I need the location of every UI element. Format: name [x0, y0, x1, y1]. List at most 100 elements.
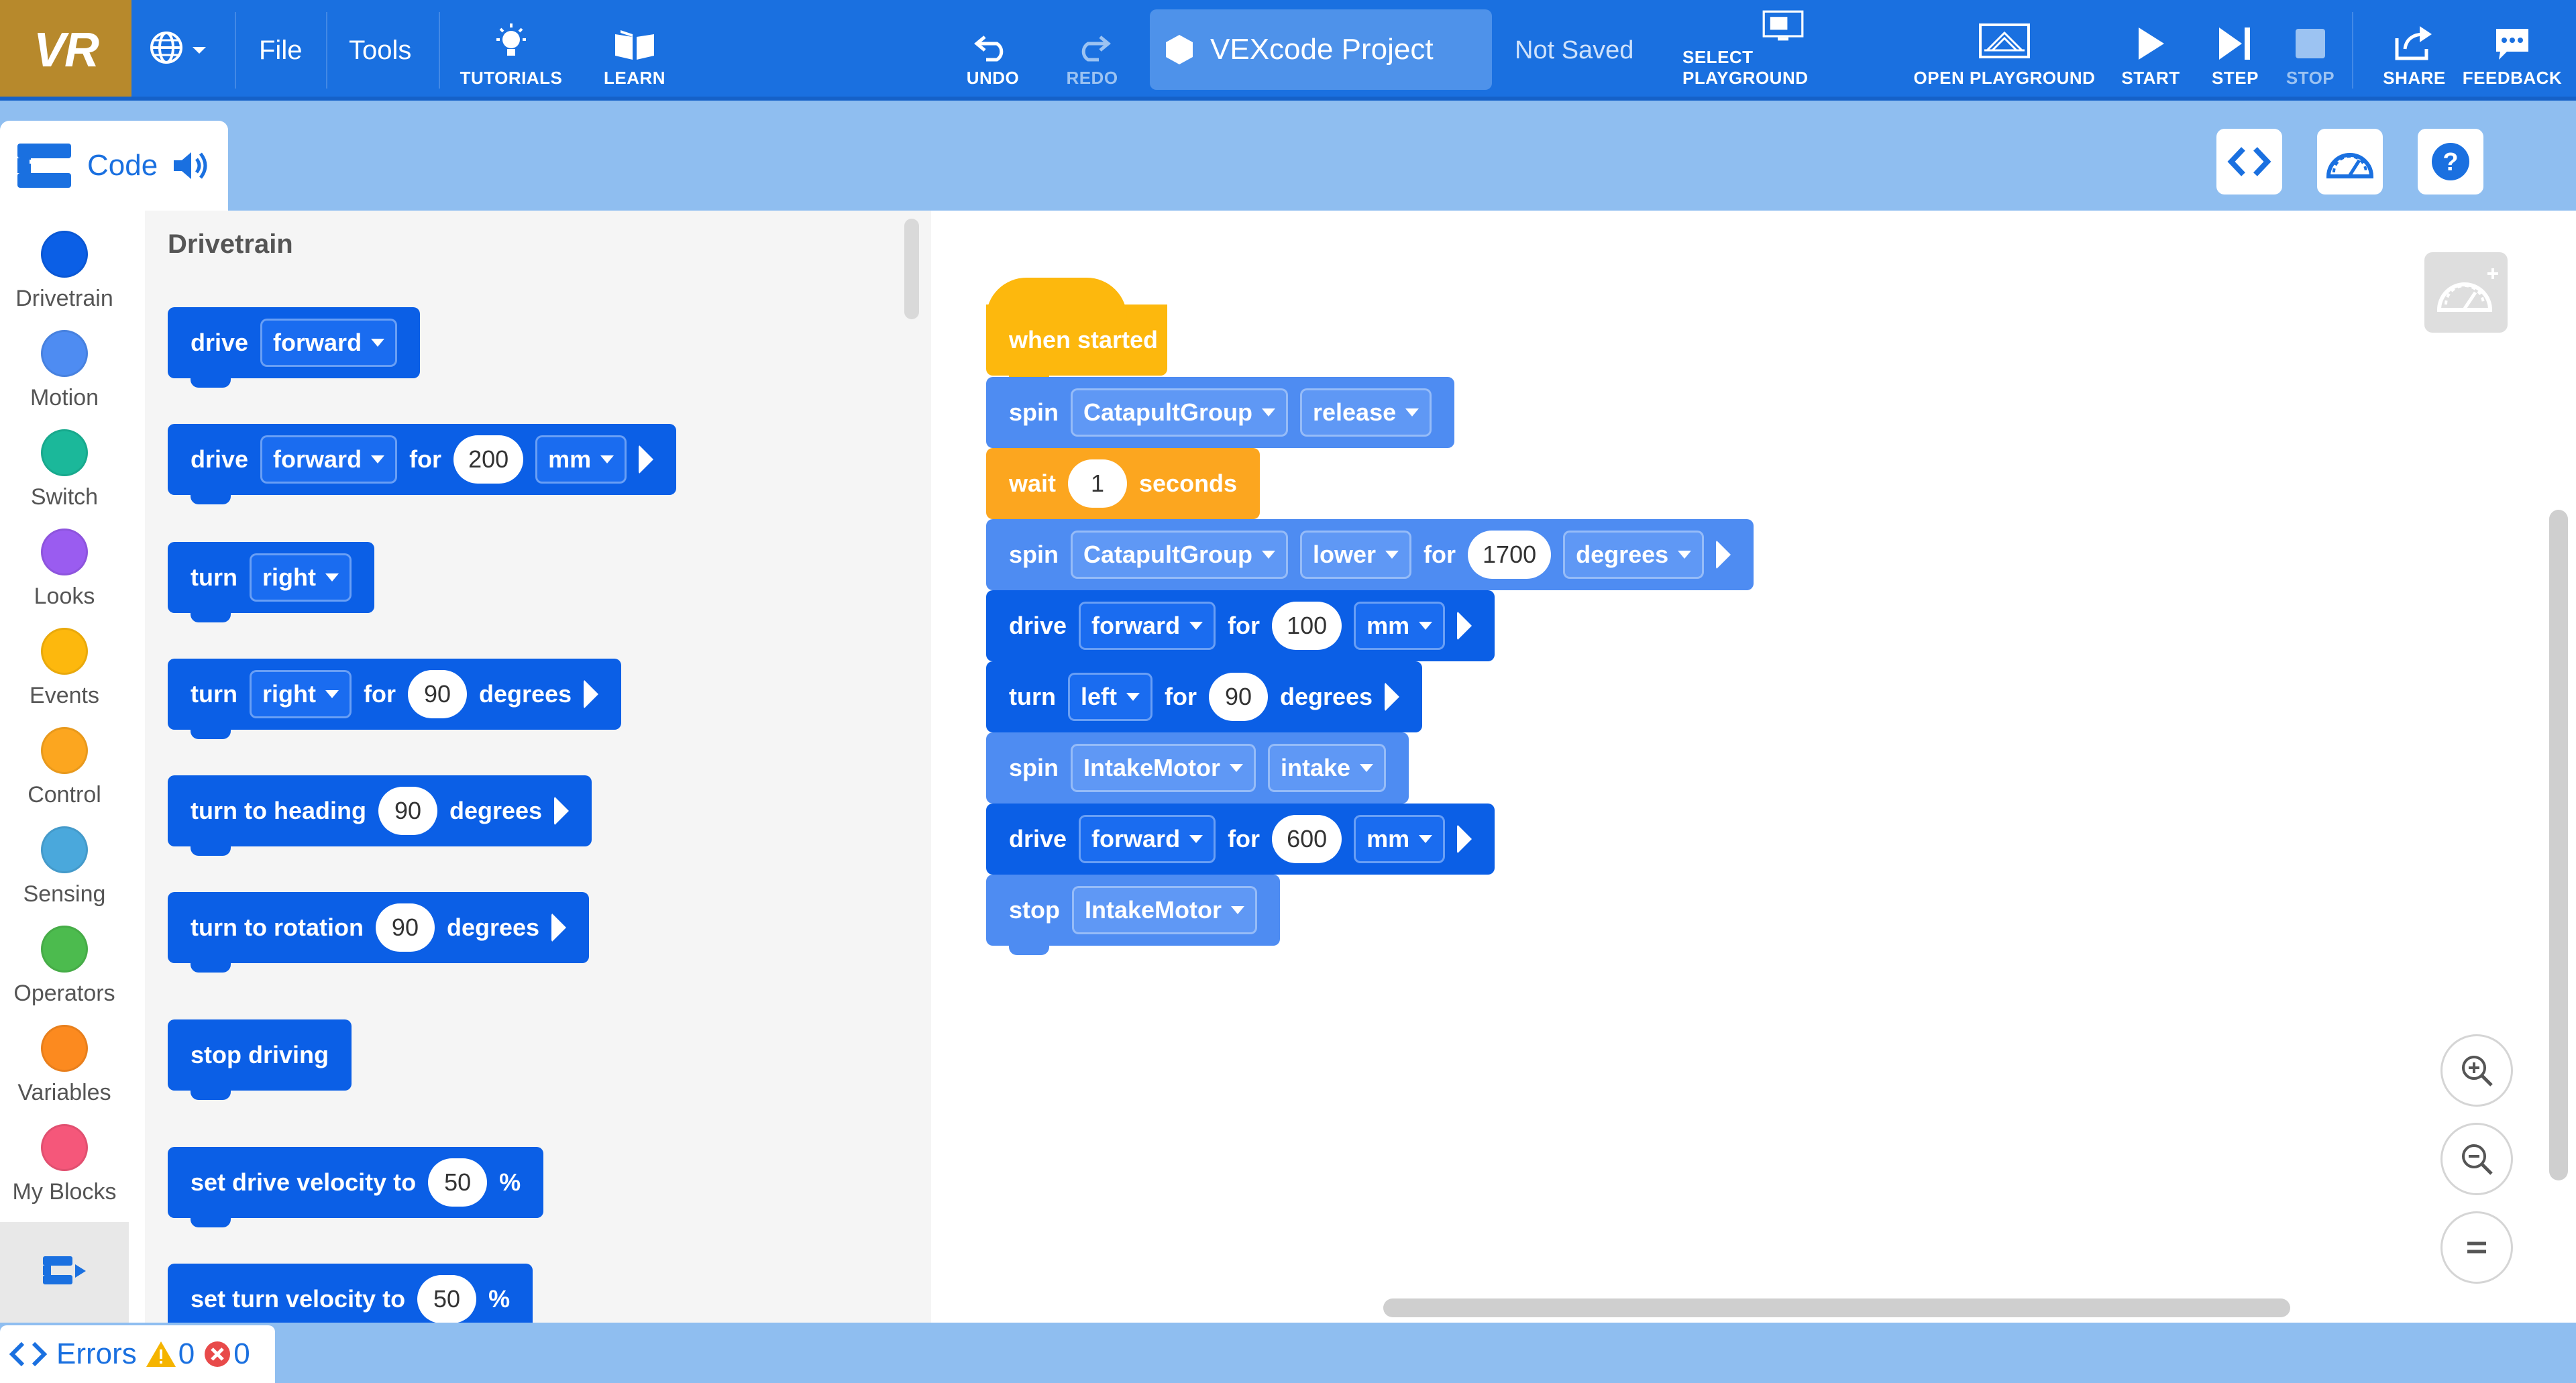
wait-arrow-icon[interactable]: [1457, 824, 1472, 854]
category-label: Events: [30, 683, 99, 708]
velocity-input[interactable]: 50: [417, 1275, 477, 1323]
spin-for-block[interactable]: spin CatapultGroup lower for 1700 degree…: [986, 519, 1754, 600]
drive-for-block[interactable]: drive forward for 100 mm: [986, 590, 1495, 671]
unit-dropdown[interactable]: mm: [1354, 602, 1446, 650]
code-viewer-button[interactable]: [2216, 129, 2282, 195]
project-name-box[interactable]: VEXcode Project: [1150, 9, 1492, 90]
category-events[interactable]: Events: [0, 628, 129, 709]
angle-input[interactable]: 90: [407, 670, 467, 718]
direction-dropdown[interactable]: forward: [1079, 602, 1216, 650]
spin-block[interactable]: spin CatapultGroup release: [986, 377, 1455, 457]
direction-dropdown[interactable]: left: [1067, 673, 1152, 721]
distance-input[interactable]: 600: [1272, 815, 1342, 863]
wait-arrow-icon[interactable]: [1385, 682, 1400, 712]
spin-block[interactable]: spin IntakeMotor intake: [986, 732, 1409, 813]
palette-stop-driving-block[interactable]: stop driving: [168, 1019, 352, 1100]
palette-set-turn-velocity-block[interactable]: set turn velocity to 50 %: [168, 1264, 533, 1323]
palette-turn-to-rotation-block[interactable]: turn to rotation 90 degrees: [168, 892, 590, 973]
palette-turn-for-block[interactable]: turn right for 90 degrees: [168, 659, 622, 739]
tools-menu[interactable]: Tools: [349, 0, 411, 101]
motor-dropdown[interactable]: IntakeMotor: [1071, 744, 1256, 792]
when-started-block[interactable]: when started: [986, 278, 1167, 385]
add-dashboard-button[interactable]: [2424, 252, 2508, 333]
category-control[interactable]: Control: [0, 727, 129, 808]
turn-for-block[interactable]: turn left for 90 degrees: [986, 661, 1423, 742]
select-playground-button[interactable]: SELECT PLAYGROUND: [1682, 9, 1884, 89]
top-toolbar: VR File Tools TUTORIALS LEARN UNDO REDO …: [0, 0, 2576, 101]
degrees-input[interactable]: 1700: [1468, 531, 1552, 579]
learn-button[interactable]: LEARN: [588, 9, 682, 89]
zoom-reset-button[interactable]: [2440, 1211, 2513, 1284]
tab-code[interactable]: Code: [0, 121, 228, 211]
wait-block[interactable]: wait 1 seconds: [986, 448, 1260, 529]
play-icon: [2139, 27, 2164, 60]
tutorials-button[interactable]: TUTORIALS: [458, 9, 565, 89]
velocity-input[interactable]: 50: [428, 1158, 488, 1207]
wait-arrow-icon[interactable]: [1716, 540, 1731, 569]
unit-dropdown[interactable]: degrees: [1563, 531, 1705, 579]
errors-tab[interactable]: Errors 0 0: [0, 1325, 275, 1383]
drive-for-block[interactable]: drive forward for 600 mm: [986, 804, 1495, 884]
share-button[interactable]: SHARE: [2377, 9, 2451, 89]
feedback-button[interactable]: FEEDBACK: [2462, 9, 2563, 89]
unit-dropdown[interactable]: mm: [535, 435, 627, 484]
category-switch[interactable]: Switch: [0, 429, 129, 510]
open-playground-button[interactable]: OPEN PLAYGROUND: [1911, 9, 2098, 89]
category-variables[interactable]: Variables: [0, 1025, 129, 1106]
distance-input[interactable]: 100: [1272, 602, 1342, 650]
zoom-in-button[interactable]: [2440, 1034, 2513, 1107]
wait-arrow-icon[interactable]: [1457, 611, 1472, 641]
redo-button[interactable]: REDO: [1055, 9, 1130, 89]
category-operators[interactable]: Operators: [0, 926, 129, 1007]
direction-dropdown[interactable]: right: [249, 670, 352, 718]
wait-arrow-icon[interactable]: [639, 445, 654, 474]
step-button[interactable]: STEP: [2208, 9, 2262, 89]
category-looks[interactable]: Looks: [0, 529, 129, 610]
category-my-blocks[interactable]: My Blocks: [0, 1124, 129, 1205]
palette-turn-to-heading-block[interactable]: turn to heading 90 degrees: [168, 775, 592, 856]
start-button[interactable]: START: [2121, 9, 2180, 89]
code-workspace[interactable]: when started spin CatapultGroup release …: [931, 211, 2576, 1323]
vr-logo[interactable]: VR: [0, 0, 131, 101]
language-button[interactable]: [149, 27, 208, 74]
category-motion[interactable]: Motion: [0, 330, 129, 411]
motion-dot: [41, 330, 88, 377]
extensions-button[interactable]: [0, 1222, 129, 1323]
category-sensing[interactable]: Sensing: [0, 826, 129, 907]
category-drivetrain[interactable]: Drivetrain: [0, 231, 129, 312]
palette-drive-block[interactable]: drive forward: [168, 307, 421, 388]
palette-drive-for-block[interactable]: drive forward for 200 mm: [168, 424, 677, 504]
seconds-input[interactable]: 1: [1068, 459, 1128, 508]
direction-dropdown[interactable]: forward: [1079, 815, 1216, 863]
wait-arrow-icon[interactable]: [584, 679, 599, 709]
direction-dropdown[interactable]: release: [1300, 388, 1432, 437]
palette-scrollbar[interactable]: [904, 219, 919, 319]
motor-dropdown[interactable]: IntakeMotor: [1072, 886, 1258, 934]
direction-dropdown[interactable]: forward: [260, 435, 398, 484]
file-menu[interactable]: File: [259, 0, 302, 101]
speaker-icon[interactable]: [171, 148, 211, 183]
heading-input[interactable]: 90: [378, 787, 437, 835]
palette-set-drive-velocity-block[interactable]: set drive velocity to 50 %: [168, 1147, 544, 1227]
direction-dropdown[interactable]: lower: [1300, 531, 1412, 579]
direction-dropdown[interactable]: right: [249, 553, 352, 602]
workspace-horizontal-scrollbar[interactable]: [1383, 1298, 2290, 1317]
direction-dropdown[interactable]: forward: [260, 319, 398, 367]
distance-input[interactable]: 200: [453, 435, 524, 484]
wait-arrow-icon[interactable]: [554, 796, 570, 826]
unit-dropdown[interactable]: mm: [1354, 815, 1446, 863]
monitor-dashboard-button[interactable]: [2317, 129, 2383, 195]
stop-motor-block[interactable]: stop IntakeMotor: [986, 875, 1281, 955]
help-button[interactable]: ?: [2418, 129, 2483, 195]
angle-input[interactable]: 90: [1208, 673, 1268, 721]
motor-dropdown[interactable]: CatapultGroup: [1071, 388, 1288, 437]
palette-turn-block[interactable]: turn right: [168, 542, 374, 622]
wait-arrow-icon[interactable]: [551, 913, 567, 942]
direction-dropdown[interactable]: intake: [1268, 744, 1387, 792]
rotation-input[interactable]: 90: [375, 903, 435, 952]
zoom-out-button[interactable]: [2440, 1123, 2513, 1195]
undo-button[interactable]: UNDO: [955, 9, 1030, 89]
motor-dropdown[interactable]: CatapultGroup: [1071, 531, 1288, 579]
workspace-vertical-scrollbar[interactable]: [2549, 510, 2568, 1180]
stop-button[interactable]: STOP: [2284, 9, 2337, 89]
